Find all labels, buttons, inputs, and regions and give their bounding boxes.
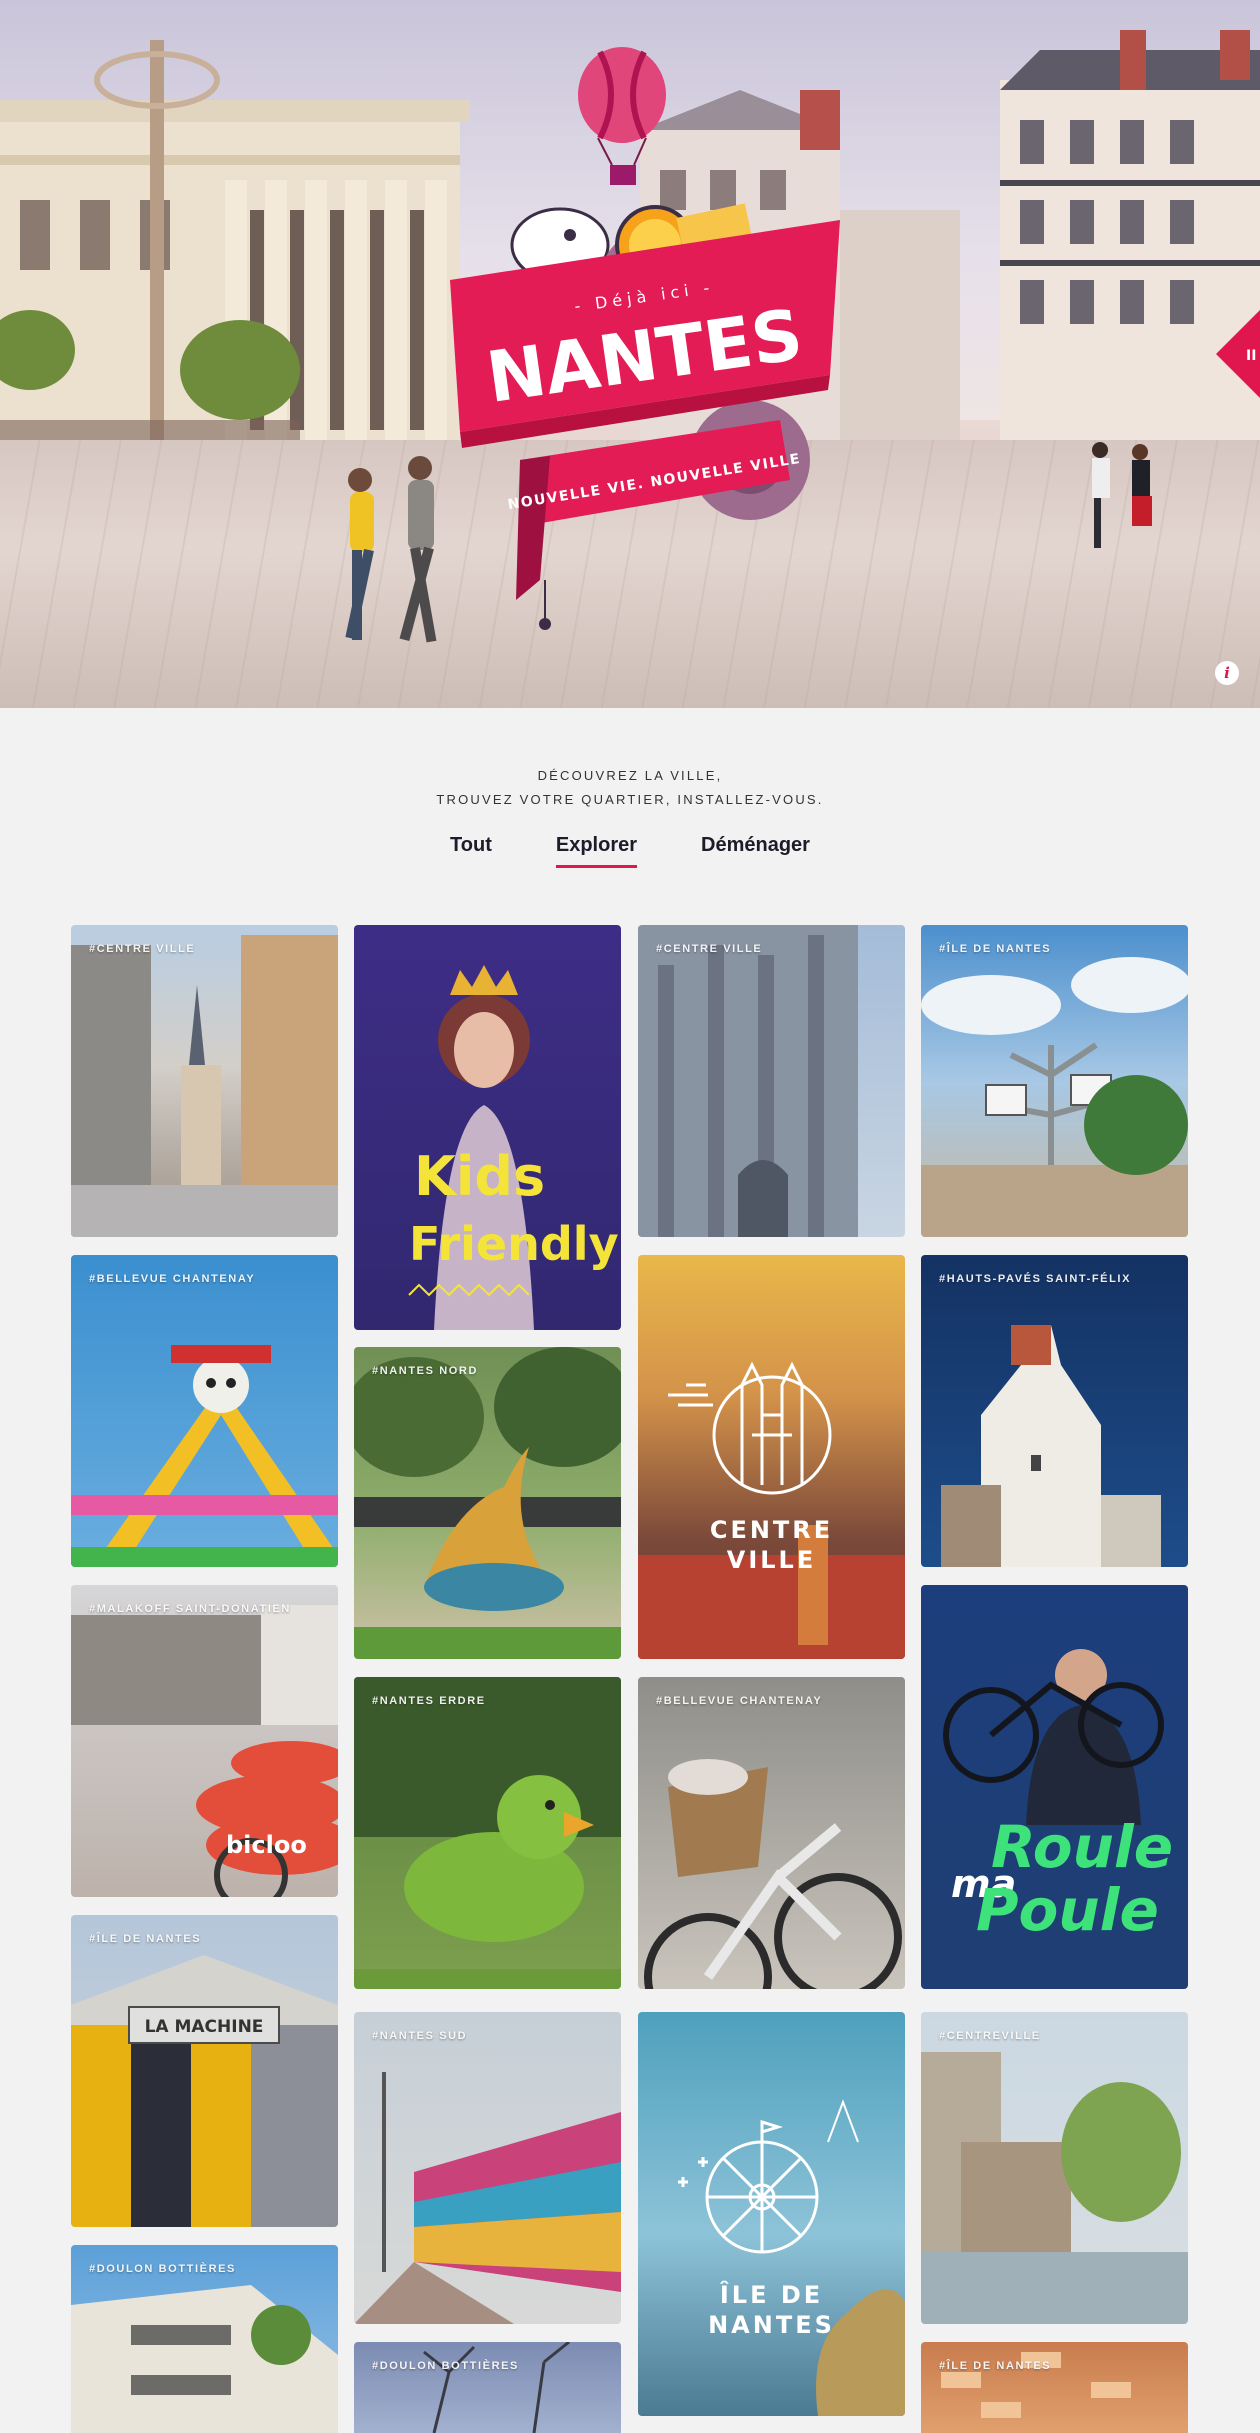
card-tag: #BELLEVUE CHANTENAY	[89, 1273, 256, 1285]
card-malakoff-bicloo[interactable]: bicloo #MALAKOFF SAINT-DONATIEN	[71, 1585, 338, 1897]
nantes-badge-illustration: - Déjà ici - NANTES NOUVELLE VIE. NOUVEL…	[450, 47, 840, 630]
card-tag: #NANTES NORD	[372, 1365, 478, 1377]
pause-button[interactable]: II	[1216, 310, 1260, 398]
card-centreville-castle[interactable]: #CENTREVILLE	[921, 2012, 1188, 2324]
card-nantes-nord-sculpture[interactable]: #NANTES NORD	[354, 1347, 621, 1659]
intro-text: DÉCOUVREZ LA VILLE, TROUVEZ VOTRE QUARTI…	[0, 764, 1260, 812]
card-kids-friendly[interactable]: Kids Friendly	[354, 925, 621, 1330]
card-la-machine[interactable]: LA MACHINE #ÎLE DE NANTES	[71, 1915, 338, 2227]
card-ile-de-nantes-cover[interactable]: ÎLE DE NANTES	[638, 2012, 905, 2416]
card-title-line-1: ÎLE DE	[719, 2281, 824, 2309]
tab-tout[interactable]: Tout	[450, 834, 492, 868]
card-title-line-1: CENTRE	[709, 1516, 834, 1544]
intro-line-1: DÉCOUVREZ LA VILLE,	[537, 768, 723, 783]
card-nantes-sud-graffiti[interactable]: #NANTES SUD	[354, 2012, 621, 2324]
intro-line-2: TROUVEZ VOTRE QUARTIER, INSTALLEZ-VOUS.	[436, 792, 824, 807]
filter-tabs: Tout Explorer Déménager	[0, 834, 1260, 868]
card-bellevue-bike[interactable]: #BELLEVUE CHANTENAY	[638, 1677, 905, 1989]
tab-demenager[interactable]: Déménager	[701, 834, 810, 868]
kids-friendly-title-2: Friendly	[409, 1217, 619, 1271]
card-tag: #CENTRE VILLE	[656, 943, 763, 955]
card-title-line-2: VILLE	[726, 1546, 817, 1574]
card-tag: #BELLEVUE CHANTENAY	[656, 1695, 823, 1707]
card-tag: #DOULON BOTTIÈRES	[89, 2263, 236, 2275]
card-tag: #NANTES ERDRE	[372, 1695, 486, 1707]
tab-explorer[interactable]: Explorer	[555, 834, 638, 868]
info-button[interactable]: i	[1215, 661, 1239, 685]
card-doulon-trees[interactable]: #DOULON BOTTIÈRES	[354, 2342, 621, 2433]
pause-icon: II	[1246, 348, 1256, 364]
card-bellevue-fairground[interactable]: #BELLEVUE CHANTENAY	[71, 1255, 338, 1567]
card-ile-de-nantes-wood[interactable]: #ÎLE DE NANTES	[921, 2342, 1188, 2433]
card-centre-ville-cover[interactable]: CENTRE VILLE	[638, 1255, 905, 1659]
card-erdre-bird[interactable]: #NANTES ERDRE	[354, 1677, 621, 1989]
card-ile-de-nantes-basketball[interactable]: #ÎLE DE NANTES	[921, 925, 1188, 1237]
card-title-line-2: NANTES	[708, 2311, 835, 2339]
bicloo-logo: bicloo	[226, 1831, 307, 1859]
card-tag: #ÎLE DE NANTES	[89, 1933, 202, 1945]
card-centre-ville-street[interactable]: #CENTRE VILLE	[71, 925, 338, 1237]
card-roule-ma-poule[interactable]: Roule ma Poule	[921, 1585, 1188, 1989]
card-tag: #MALAKOFF SAINT-DONATIEN	[89, 1603, 291, 1615]
card-tag: #HAUTS-PAVÉS SAINT-FÉLIX	[939, 1273, 1132, 1285]
card-tag: #ÎLE DE NANTES	[939, 2360, 1052, 2372]
la-machine-sign: LA MACHINE	[145, 2017, 264, 2037]
card-doulon-balconies[interactable]: #DOULON BOTTIÈRES	[71, 2245, 338, 2433]
card-tag: #ÎLE DE NANTES	[939, 943, 1052, 955]
card-hauts-paves-tower[interactable]: #HAUTS-PAVÉS SAINT-FÉLIX	[921, 1255, 1188, 1567]
card-tag: #DOULON BOTTIÈRES	[372, 2360, 519, 2372]
card-tag: #CENTREVILLE	[939, 2030, 1041, 2042]
poule-title: Poule	[976, 1876, 1159, 1944]
ferris-wheel-icon	[678, 2119, 819, 2254]
roule-title: Roule	[991, 1813, 1173, 1881]
kids-friendly-title-1: Kids	[414, 1145, 545, 1208]
cathedral-icon	[668, 1361, 832, 1495]
hero-banner: - Déjà ici - NANTES NOUVELLE VIE. NOUVEL…	[0, 0, 1260, 708]
card-tag: #CENTRE VILLE	[89, 943, 196, 955]
pedestrians-right	[1092, 442, 1152, 548]
card-tag: #NANTES SUD	[372, 2030, 468, 2042]
card-centre-ville-cathedral[interactable]: #CENTRE VILLE	[638, 925, 905, 1237]
